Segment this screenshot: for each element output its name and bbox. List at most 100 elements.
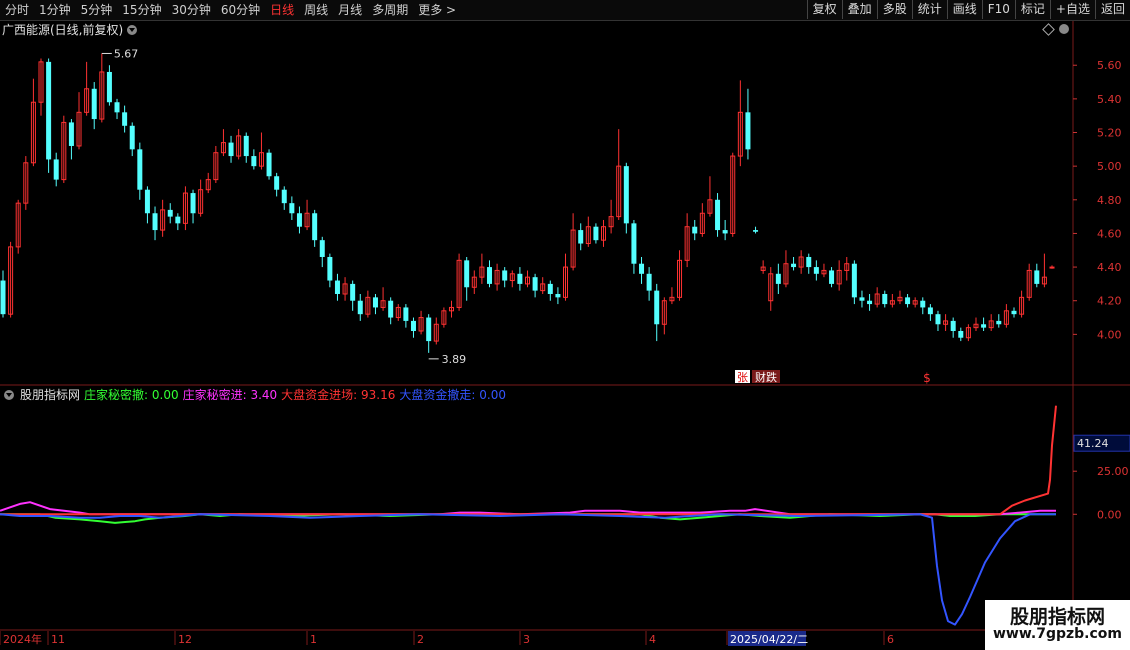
candle-134 [1019, 290, 1025, 318]
candle-81 [616, 129, 622, 220]
candle-131 [996, 314, 1002, 328]
candle-112 [851, 260, 857, 305]
candle-body-122 [927, 307, 933, 315]
candle-119 [905, 293, 911, 308]
candle-body-129 [981, 324, 987, 328]
candle-129 [981, 317, 987, 331]
candle-body-125 [950, 320, 956, 331]
candle-body-46 [350, 283, 356, 301]
date-axis: 2024年 11 12 1 2 3 4 2025/04/22/二 6 [0, 631, 894, 646]
date-label-2: 12 [178, 633, 192, 646]
candle-90 [684, 213, 690, 268]
candle-73 [555, 287, 561, 305]
candle-123 [935, 310, 941, 331]
candle-1 [8, 241, 14, 318]
candle-41 [312, 209, 318, 247]
candle-132 [1003, 304, 1009, 328]
watermark-title: 股朋指标网 [1009, 606, 1105, 628]
candle-49 [372, 293, 378, 315]
price-tick-label-0: 5.60 [1097, 59, 1122, 72]
candle-87 [661, 297, 667, 335]
candle-107 [813, 260, 819, 281]
candle-17 [129, 122, 135, 157]
candle-27 [205, 172, 211, 194]
indicator-series-2 [0, 405, 1057, 516]
candle-9 [68, 119, 74, 160]
date-label-4: 2 [417, 633, 424, 646]
chevron-down-icon[interactable] [4, 390, 14, 400]
candle-125 [950, 317, 956, 338]
candle-121 [920, 297, 926, 315]
candle-53 [403, 304, 409, 328]
candle-25 [190, 189, 196, 224]
candle-105 [798, 250, 804, 274]
candle-135 [1026, 263, 1032, 301]
candle-body-35 [266, 152, 272, 177]
indicator-axis: 41.24 25.00 0.00 [1073, 434, 1130, 521]
candle-12 [91, 82, 97, 130]
candle-71 [540, 277, 546, 294]
candle-body-18 [137, 149, 143, 190]
candle-72 [547, 280, 553, 301]
price-tick-label-3: 5.00 [1097, 160, 1122, 173]
candle-40 [304, 199, 310, 231]
candle-57 [433, 317, 439, 345]
candle-20 [152, 206, 158, 241]
candle-23 [175, 213, 181, 231]
candle-body-102 [775, 273, 781, 284]
candle-111 [844, 256, 850, 281]
candle-body-15 [114, 102, 120, 113]
candle-body-7 [53, 159, 59, 180]
candle-54 [410, 317, 416, 338]
candle-69 [525, 270, 530, 288]
date-label-5: 3 [523, 633, 530, 646]
date-label-8: 6 [887, 633, 894, 646]
candle-74 [563, 253, 569, 301]
candle-37 [281, 186, 287, 210]
candle-82 [623, 162, 629, 234]
candle-38 [289, 196, 295, 220]
candle-body-119 [905, 297, 911, 305]
candle-body-123 [935, 314, 941, 325]
candle-92 [699, 203, 705, 237]
candle-body-38 [289, 203, 295, 214]
watermark: 股朋指标网 www.7gpzb.com [985, 600, 1130, 650]
candle-78 [593, 223, 599, 244]
candle-70 [532, 273, 538, 298]
price-tick-label-2: 5.20 [1097, 127, 1122, 140]
event-caijing-label: 财跌 [755, 370, 777, 384]
candle-62 [471, 270, 477, 294]
candle-body-76 [578, 230, 584, 244]
candle-103 [783, 250, 789, 288]
candle-75 [570, 213, 576, 271]
candle-body-138 [1049, 266, 1055, 269]
candle-68 [517, 267, 523, 291]
candle-body-83 [631, 223, 637, 264]
candle-5 [38, 58, 44, 116]
indicator-tick-label-2: 0.00 [1097, 508, 1122, 521]
candle-122 [927, 304, 933, 321]
candle-body-116 [882, 293, 888, 305]
candle-88 [669, 287, 675, 305]
candle-93 [707, 176, 713, 217]
candle-60 [456, 253, 462, 311]
candle-35 [266, 149, 272, 180]
candle-56 [426, 314, 432, 353]
date-label-7: 2025/04/22/二 [730, 633, 808, 646]
candle-11 [84, 61, 90, 116]
candle-100 [760, 260, 766, 274]
candle-89 [677, 250, 683, 301]
candle-97 [737, 80, 743, 167]
candle-67 [509, 270, 515, 288]
candle-body-36 [274, 176, 280, 190]
candle-79 [601, 219, 607, 247]
candle-83 [631, 219, 637, 274]
annotations: 5.67 3.89 张 财跌 $ [101, 47, 931, 385]
candle-18 [137, 142, 143, 200]
candle-138 [1049, 265, 1055, 269]
candle-body-19 [144, 189, 150, 214]
candle-body-112 [851, 263, 857, 298]
candle-39 [296, 206, 302, 234]
price-axis: 5.60 5.40 5.20 5.00 4.80 4.60 4.40 4.20 4.00 [1073, 59, 1122, 341]
candle-31 [236, 129, 242, 160]
